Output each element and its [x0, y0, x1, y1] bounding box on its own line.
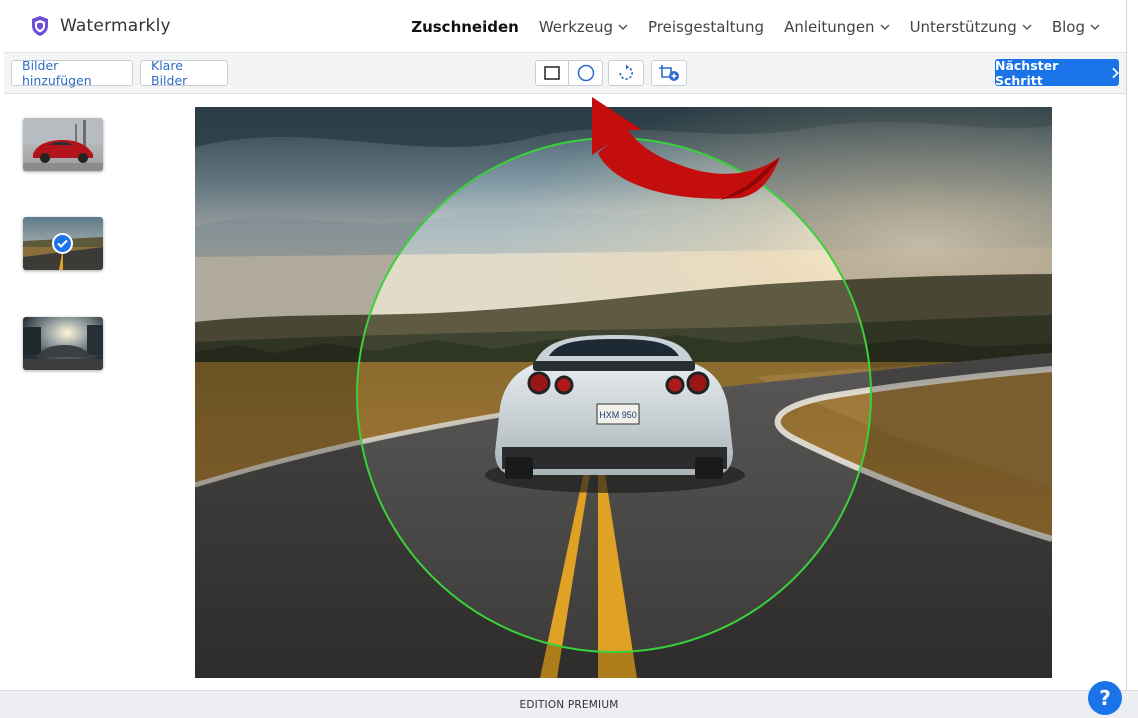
add-crop-button[interactable]	[651, 60, 687, 86]
nav-item-unterstuetzung[interactable]: Unterstützung	[910, 18, 1032, 36]
top-navigation: Watermarkly Zuschneiden Werkzeug Preisge…	[4, 0, 1126, 53]
rectangle-crop-icon	[544, 66, 560, 80]
editor-toolbar: Bilder hinzufügen Klare Bilder Nächster …	[4, 53, 1126, 94]
add-images-button[interactable]: Bilder hinzufügen	[11, 58, 133, 88]
nav-item-label: Zuschneiden	[411, 17, 519, 36]
brand[interactable]: Watermarkly	[30, 15, 171, 37]
annotation-arrow-icon	[592, 97, 780, 200]
crop-shape-selector	[535, 60, 603, 86]
clear-images-button[interactable]: Klare Bilder	[140, 58, 228, 88]
window-edge	[1126, 0, 1127, 690]
rectangle-crop-button[interactable]	[535, 60, 569, 86]
chevron-down-icon	[880, 23, 890, 30]
chevron-down-icon	[618, 23, 628, 30]
shield-icon	[32, 16, 48, 36]
nav-item-zuschneiden[interactable]: Zuschneiden	[411, 18, 519, 36]
dark-car-thumbnail[interactable]	[23, 317, 103, 370]
nav-item-label: Unterstützung	[909, 17, 1017, 36]
nav-item-anleitungen[interactable]: Anleitungen	[784, 17, 890, 36]
next-step-button[interactable]: Nächster Schritt	[995, 57, 1119, 88]
red-porsche-thumbnail[interactable]	[23, 118, 103, 171]
selected-check-icon	[52, 233, 73, 254]
chevron-down-icon	[1090, 23, 1100, 30]
nav-item-label: Anleitungen	[784, 17, 875, 36]
edition-label: EDITION PREMIUM	[519, 698, 619, 711]
nav-item-blog[interactable]: Blog	[1052, 18, 1100, 36]
next-step-label: Nächster Schritt	[995, 57, 1059, 88]
circle-crop-button[interactable]	[569, 60, 603, 86]
nav-item-preisgestaltung[interactable]: Preisgestaltung	[648, 18, 764, 36]
nav-item-label: Werkzeug	[538, 17, 614, 36]
footer: EDITION PREMIUM	[0, 690, 1138, 718]
nav-item-werkzeug[interactable]: Werkzeug	[539, 18, 628, 36]
chevron-down-icon	[1022, 23, 1032, 30]
nav-item-label: Blog	[1051, 17, 1085, 36]
thumbnail-image	[23, 118, 103, 171]
nav-item-label: Preisgestaltung	[648, 17, 765, 36]
chevron-right-icon	[1112, 67, 1119, 78]
rotate-icon	[619, 64, 633, 80]
brand-name: Watermarkly	[60, 16, 171, 36]
circle-crop-icon	[577, 64, 594, 82]
main-menu: Zuschneiden Werkzeug Preisgestaltung Anl…	[391, 0, 1100, 53]
help-button[interactable]: ?	[1088, 681, 1122, 715]
crop-add-icon	[659, 65, 679, 81]
rotate-button[interactable]	[608, 60, 644, 86]
thumbnail-image	[23, 317, 103, 370]
